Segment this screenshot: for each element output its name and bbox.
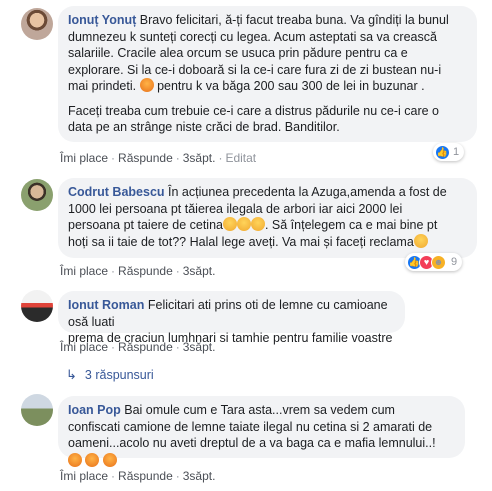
- edited-label: Editat: [225, 151, 257, 165]
- timestamp[interactable]: 3săpt.: [183, 469, 216, 483]
- comment-bubble: Ioan Pop Bai omule cum e Tara asta...vre…: [58, 396, 465, 467]
- like-link[interactable]: Îmi place: [60, 340, 108, 354]
- author-name[interactable]: Codrut Babescu: [68, 185, 165, 199]
- comment-line: oameni...acolo nu aveti dreptul de a va …: [68, 436, 436, 450]
- reaction-count: 1: [453, 146, 460, 158]
- comment-line: pentru k va băga 200 sau 300 de lei in b…: [157, 79, 425, 93]
- comment-line: În acțiunea precedenta la Azuga,amenda a…: [168, 185, 447, 199]
- like-link[interactable]: Îmi place: [60, 264, 108, 278]
- author-name[interactable]: Ionut Roman: [68, 298, 144, 312]
- like-reaction-icon: 👍: [435, 144, 450, 160]
- laughing-emoji-icon: [250, 217, 265, 231]
- timestamp[interactable]: 3săpt.: [183, 264, 216, 278]
- comment-line: Să înțelegem ca e mai bine pt: [271, 218, 438, 232]
- avatar[interactable]: [21, 394, 53, 426]
- comment-bubble: Codrut Babescu În acțiunea precedenta la…: [58, 178, 477, 258]
- angry-emoji-icon: [102, 452, 117, 467]
- comment-line: data pe an strânge niste crăci de brad. …: [68, 120, 340, 134]
- avatar[interactable]: [21, 8, 53, 40]
- timestamp[interactable]: 3săpt.: [183, 151, 216, 165]
- angry-emoji-icon: [139, 78, 154, 92]
- reply-link[interactable]: Răspunde: [118, 151, 173, 165]
- reply-link[interactable]: Răspunde: [118, 469, 173, 483]
- comment-line: explorare. Si la ce-i doboară si la ce-i…: [68, 62, 442, 77]
- timestamp[interactable]: 3săpt.: [183, 340, 216, 354]
- comment-line: 1000 lei persoana pt tăierea ilegala de …: [68, 201, 403, 216]
- comment-line: salariile. Cracile alea orcum se usuca p…: [68, 46, 408, 60]
- comment-line: mai prindeti.: [68, 79, 137, 93]
- comment-bubble: Ionut Roman Felicitari ati prins oti de …: [58, 291, 405, 345]
- haha-reaction-icon: ☻: [431, 254, 446, 270]
- comment-actions: Îmi place · Răspunde · 3săpt. · Editat: [60, 151, 257, 165]
- reaction-summary[interactable]: 👍 1: [433, 143, 465, 161]
- avatar[interactable]: [21, 179, 53, 211]
- smile-emoji-icon: [413, 233, 428, 248]
- author-name[interactable]: Ioan Pop: [68, 403, 121, 417]
- comment-line: dumnezeu k sunteți corecți cu legea. Acu…: [68, 29, 437, 44]
- comment-line: Faceți treaba cum trebuie ce-i care a di…: [68, 103, 440, 118]
- comment-line: hoți sa ii taie de tot?? Halal lege aveț…: [68, 234, 414, 249]
- angry-emoji-icon: [85, 452, 100, 467]
- comment-line: confiscati camione de lemne taiate ilega…: [68, 419, 433, 434]
- comment-line: Bai omule cum e Tara asta...vrem sa vede…: [124, 403, 395, 417]
- reaction-count: 9: [451, 256, 458, 268]
- comment-bubble: Ionuț Yonuț Bravo felicitari, ă-ți facut…: [58, 6, 477, 142]
- comment-actions: Îmi place · Răspunde · 3săpt.: [60, 340, 216, 354]
- reply-link[interactable]: Răspunde: [118, 340, 173, 354]
- replies-count-label: 3 răspunsuri: [84, 368, 154, 382]
- comment-actions: Îmi place · Răspunde · 3săpt.: [60, 469, 216, 483]
- angry-emoji-icon: [68, 452, 82, 467]
- author-name[interactable]: Ionuț Yonuț: [68, 13, 136, 27]
- laughing-emoji-icon: [236, 217, 251, 231]
- comment-line: persoana pt taiere de cetina: [68, 218, 223, 232]
- reply-link[interactable]: Răspunde: [118, 264, 173, 278]
- reaction-summary[interactable]: 👍 ♥ ☻ 9: [405, 253, 463, 271]
- avatar[interactable]: [21, 290, 53, 322]
- reply-arrow-icon: ↳: [66, 367, 77, 382]
- comment-line: Bravo felicitari, ă-ți facut treaba buna…: [139, 13, 449, 27]
- view-replies-link[interactable]: ↳ 3 răspunsuri: [66, 367, 154, 383]
- like-link[interactable]: Îmi place: [60, 469, 108, 483]
- comment-actions: Îmi place · Răspunde · 3săpt.: [60, 264, 216, 278]
- like-link[interactable]: Îmi place: [60, 151, 108, 165]
- laughing-emoji-icon: [222, 217, 237, 231]
